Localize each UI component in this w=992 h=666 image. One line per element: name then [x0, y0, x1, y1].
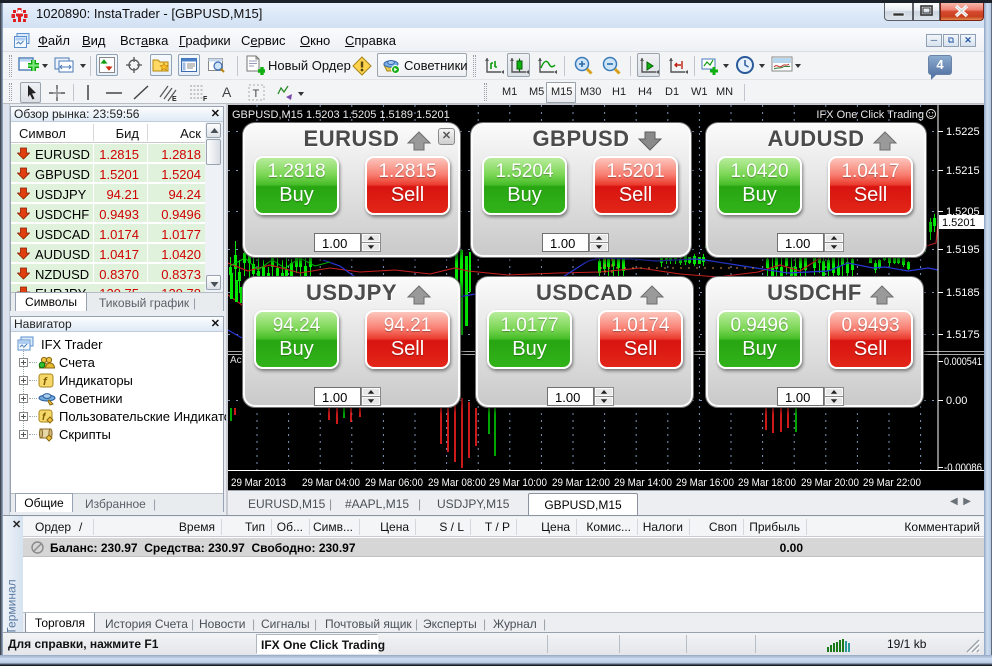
svg-text:29 Mar 20:00: 29 Mar 20:00	[801, 477, 859, 489]
svg-text:1.5215: 1.5215	[946, 165, 980, 177]
svg-text:29 Mar 04:00: 29 Mar 04:00	[302, 477, 360, 489]
svg-text:1.5225: 1.5225	[946, 126, 980, 138]
svg-text:29 Mar 16:00: 29 Mar 16:00	[676, 477, 734, 489]
svg-text:29 Mar 10:00: 29 Mar 10:00	[489, 477, 547, 489]
svg-text:F: F	[203, 96, 208, 102]
svg-text:IFX One Click Trading: IFX One Click Trading	[816, 109, 924, 121]
svg-text:1.5195: 1.5195	[946, 244, 980, 256]
svg-text:29 Mar 2013: 29 Mar 2013	[231, 477, 286, 489]
svg-text:29 Mar 14:00: 29 Mar 14:00	[614, 477, 672, 489]
svg-text:1.5175: 1.5175	[946, 329, 980, 341]
svg-text:0.000541: 0.000541	[944, 356, 982, 368]
svg-text:0.00: 0.00	[946, 395, 967, 407]
svg-text:29 Mar 18:00: 29 Mar 18:00	[738, 477, 796, 489]
svg-text:T: T	[253, 88, 260, 100]
svg-text:1.5201: 1.5201	[942, 217, 976, 229]
svg-text:29 Mar 22:00: 29 Mar 22:00	[863, 477, 921, 489]
svg-text:29 Mar 08:00: 29 Mar 08:00	[428, 477, 486, 489]
svg-text:29 Mar 06:00: 29 Mar 06:00	[365, 477, 423, 489]
svg-text:29 Mar 12:00: 29 Mar 12:00	[552, 477, 610, 489]
svg-text:E: E	[172, 96, 177, 102]
svg-text:-0.00086: -0.00086	[944, 462, 982, 474]
svg-text:GBPUSD,M15 1.5203 1.5205 1.51: GBPUSD,M15 1.5203 1.5205 1.5189 1.5201	[232, 109, 450, 121]
svg-text:1.5185: 1.5185	[946, 287, 980, 299]
